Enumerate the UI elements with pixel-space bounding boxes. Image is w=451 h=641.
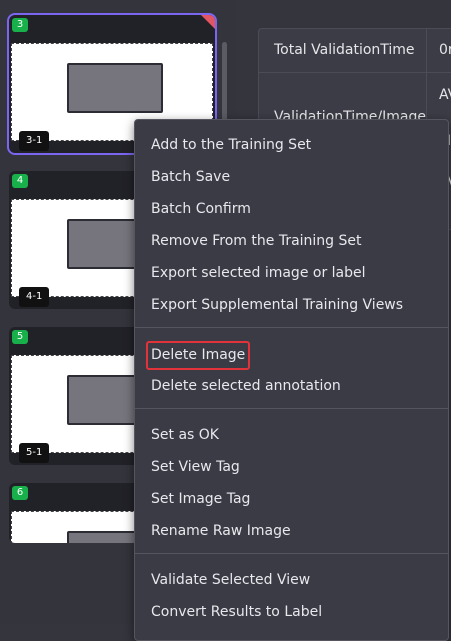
menu-item-add-to-training-set[interactable]: Add to the Training Set bbox=[151, 133, 311, 157]
menu-item-export-selected[interactable]: Export selected image or label bbox=[151, 261, 366, 285]
menu-item-set-as-ok[interactable]: Set as OK bbox=[151, 423, 219, 447]
menu-item-export-supplemental[interactable]: Export Supplemental Training Views bbox=[151, 293, 403, 317]
thumbnail-label: 3-1 bbox=[19, 131, 50, 151]
object-region bbox=[67, 63, 163, 113]
menu-item-delete-annotation[interactable]: Delete selected annotation bbox=[151, 374, 341, 398]
menu-item-remove-from-training-set[interactable]: Remove From the Training Set bbox=[151, 229, 362, 253]
table-value: AV bbox=[439, 87, 451, 103]
menu-item-convert-results-to-label[interactable]: Convert Results to Label bbox=[151, 600, 322, 624]
table-label-total-validation-time: Total ValidationTime bbox=[274, 42, 415, 58]
table-value-total-validation-time: 0r bbox=[439, 42, 451, 58]
flag-corner-icon bbox=[201, 15, 215, 29]
thumbnail-number-badge: 6 bbox=[12, 486, 28, 500]
menu-item-batch-save[interactable]: Batch Save bbox=[151, 165, 230, 189]
menu-item-batch-confirm[interactable]: Batch Confirm bbox=[151, 197, 251, 221]
thumbnail-number-badge: 5 bbox=[12, 330, 28, 344]
thumbnail-number-badge: 3 bbox=[12, 18, 28, 32]
thumbnail-number-badge: 4 bbox=[12, 174, 28, 188]
menu-item-set-view-tag[interactable]: Set View Tag bbox=[151, 455, 240, 479]
context-menu: Add to the Training Set Batch Save Batch… bbox=[134, 119, 449, 641]
menu-separator bbox=[135, 327, 448, 328]
menu-item-set-image-tag[interactable]: Set Image Tag bbox=[151, 487, 250, 511]
menu-item-rename-raw-image[interactable]: Rename Raw Image bbox=[151, 519, 291, 543]
menu-separator bbox=[135, 553, 448, 554]
thumbnail-label: 4-1 bbox=[19, 287, 50, 307]
menu-item-validate-selected-view[interactable]: Validate Selected View bbox=[151, 568, 310, 592]
row-divider bbox=[259, 72, 451, 73]
menu-separator bbox=[135, 408, 448, 409]
thumbnail-label: 5-1 bbox=[19, 443, 50, 463]
menu-item-delete-image[interactable]: Delete Image bbox=[151, 343, 245, 367]
